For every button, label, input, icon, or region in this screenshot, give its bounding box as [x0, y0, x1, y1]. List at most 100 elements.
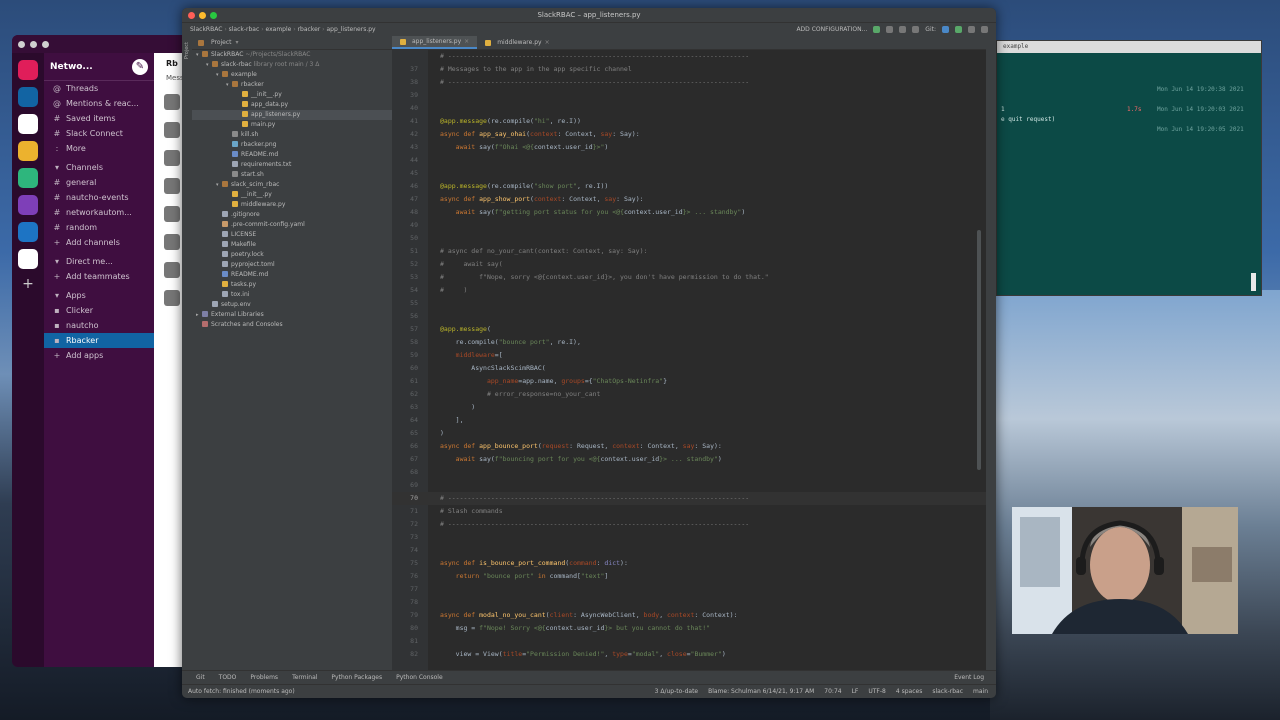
compose-icon[interactable]: ✎	[132, 58, 148, 75]
tool-window-button[interactable]: Python Console	[396, 674, 443, 681]
status-widget[interactable]: Blame: Schulman 6/14/21, 9:17 AM	[708, 688, 814, 695]
tree-item[interactable]: README.md	[192, 270, 392, 280]
code-line[interactable]: 75 async def is_bounce_port_command(comma…	[392, 557, 986, 570]
sidebar-item[interactable]: # Saved items	[44, 111, 154, 126]
app-item[interactable]: ▪ Rbacker	[44, 333, 154, 348]
code-line[interactable]: # --------------------------------------…	[392, 50, 986, 63]
tree-item[interactable]: tox.ini	[192, 290, 392, 300]
tree-item[interactable]: ▾ slack_scim_rbac	[192, 180, 392, 190]
add-teammates-button[interactable]: + Add teammates	[44, 269, 154, 284]
sidebar-item[interactable]: : More	[44, 141, 154, 156]
project-view-selector[interactable]: Project	[211, 39, 232, 46]
workspace-icon[interactable]	[18, 60, 38, 80]
code-line[interactable]: 56	[392, 310, 986, 323]
run-icon[interactable]	[873, 26, 881, 33]
status-widget[interactable]: LF	[852, 688, 859, 695]
code-line[interactable]: 65)	[392, 427, 986, 440]
breadcrumb-item[interactable]: example	[266, 26, 292, 33]
tree-item[interactable]: LICENSE	[192, 230, 392, 240]
status-widget[interactable]: main	[973, 688, 988, 695]
tree-item[interactable]: ▾ example	[192, 70, 392, 80]
code-line[interactable]: 78	[392, 596, 986, 609]
code-line[interactable]: 70 # ------------------------------------…	[392, 492, 986, 505]
search-icon[interactable]	[981, 26, 988, 33]
code-line[interactable]: 74	[392, 544, 986, 557]
code-line[interactable]: 77	[392, 583, 986, 596]
add-apps-button[interactable]: + Add apps	[44, 348, 154, 363]
code-line[interactable]: 76 return "bounce port" in command["text…	[392, 570, 986, 583]
project-tool-button[interactable]: Project	[184, 42, 190, 59]
code-line[interactable]: 41 @app.message(re.compile("hi", re.I))	[392, 115, 986, 128]
code-line[interactable]: 79 async def modal_no_you_cant(client: As…	[392, 609, 986, 622]
tree-item[interactable]: ▾ SlackRBAC ~/Projects/SlackRBAC	[192, 50, 392, 60]
close-icon[interactable]: ×	[545, 39, 550, 46]
code-editor[interactable]: # --------------------------------------…	[392, 50, 986, 670]
code-line[interactable]: 47 async def app_show_port(context: Conte…	[392, 193, 986, 206]
workspace-icon[interactable]	[18, 168, 38, 188]
code-line[interactable]: 66 async def app_bounce_port(request: Req…	[392, 440, 986, 453]
event-log-button[interactable]: Event Log	[954, 674, 996, 681]
tree-item[interactable]: Makefile	[192, 240, 392, 250]
sidebar-item[interactable]: @ Threads	[44, 81, 154, 96]
code-line[interactable]: 48 await say(f"getting port status for y…	[392, 206, 986, 219]
code-line[interactable]: 71 # Slash commands	[392, 505, 986, 518]
workspace-icon[interactable]	[18, 114, 38, 134]
git-commit-icon[interactable]	[955, 26, 962, 33]
status-widget[interactable]: 3 Δ/up-to-date	[655, 688, 698, 695]
git-history-icon[interactable]	[968, 26, 975, 33]
tool-window-button[interactable]: Git	[196, 674, 205, 681]
code-line[interactable]: 81	[392, 635, 986, 648]
close-window-button[interactable]	[18, 40, 25, 48]
editor-tab[interactable]: app_listeners.py ×	[392, 36, 478, 49]
code-line[interactable]: 73	[392, 531, 986, 544]
tree-item[interactable]: start.sh	[192, 170, 392, 180]
code-line[interactable]: 49	[392, 219, 986, 232]
code-line[interactable]: 50	[392, 232, 986, 245]
add-workspace-icon[interactable]: +	[18, 276, 38, 296]
status-widget[interactable]: 4 spaces	[896, 688, 922, 695]
code-line[interactable]: 42 async def app_say_ohai(context: Contex…	[392, 128, 986, 141]
code-line[interactable]: 58 re.compile("bounce port", re.I),	[392, 336, 986, 349]
code-line[interactable]: 72 # ------------------------------------…	[392, 518, 986, 531]
debug-icon[interactable]	[886, 26, 894, 33]
code-line[interactable]: 38 # ------------------------------------…	[392, 76, 986, 89]
scrollbar-thumb[interactable]	[977, 230, 981, 470]
code-line[interactable]: 55	[392, 297, 986, 310]
tree-item[interactable]: .pre-commit-config.yaml	[192, 220, 392, 230]
tree-item[interactable]: __init__.py	[192, 90, 392, 100]
channel-item[interactable]: # general	[44, 175, 154, 190]
channel-item[interactable]: # nautcho-events	[44, 190, 154, 205]
status-widget[interactable]: slack-rbac	[932, 688, 963, 695]
code-line[interactable]: 57 @app.message(	[392, 323, 986, 336]
code-line[interactable]: 53 # f"Nope, sorry <@{context.user_id}>, …	[392, 271, 986, 284]
tool-window-button[interactable]: Terminal	[292, 674, 317, 681]
status-widget[interactable]: 70:74	[824, 688, 841, 695]
sidebar-item[interactable]: # Slack Connect	[44, 126, 154, 141]
terminal-scrollbar[interactable]	[1251, 273, 1256, 291]
app-item[interactable]: ▪ nautcho	[44, 318, 154, 333]
code-line[interactable]: 60 AsyncSlackScimRBAC(	[392, 362, 986, 375]
code-line[interactable]: 80 msg = f"Nope! Sorry <@{context.user_i…	[392, 622, 986, 635]
code-line[interactable]: 68	[392, 466, 986, 479]
tree-item[interactable]: app_listeners.py	[192, 110, 392, 120]
direct-messages-header[interactable]: ▾ Direct me...	[44, 254, 154, 269]
close-icon[interactable]: ×	[464, 38, 469, 45]
editor-scrollbar[interactable]	[976, 50, 982, 670]
code-line[interactable]: 54 # )	[392, 284, 986, 297]
tool-window-button[interactable]: TODO	[219, 674, 237, 681]
code-line[interactable]: 37 # Messages to the app in the app speci…	[392, 63, 986, 76]
tree-item[interactable]: pyproject.toml	[192, 260, 392, 270]
tree-item[interactable]: ▸ External Libraries	[192, 310, 392, 320]
tree-item[interactable]: README.md	[192, 150, 392, 160]
add-channels-button[interactable]: + Add channels	[44, 235, 154, 250]
minimize-window-button[interactable]	[30, 40, 37, 48]
git-update-icon[interactable]	[942, 26, 949, 33]
tool-window-button[interactable]: Problems	[250, 674, 278, 681]
workspace-icon[interactable]	[18, 249, 38, 269]
code-line[interactable]: 40	[392, 102, 986, 115]
code-line[interactable]: 59 middleware=[	[392, 349, 986, 362]
channel-item[interactable]: # random	[44, 220, 154, 235]
run-configuration-dropdown[interactable]: ADD CONFIGURATION...	[796, 26, 867, 33]
tree-item[interactable]: poetry.lock	[192, 250, 392, 260]
editor-tab[interactable]: middleware.py ×	[477, 36, 557, 49]
